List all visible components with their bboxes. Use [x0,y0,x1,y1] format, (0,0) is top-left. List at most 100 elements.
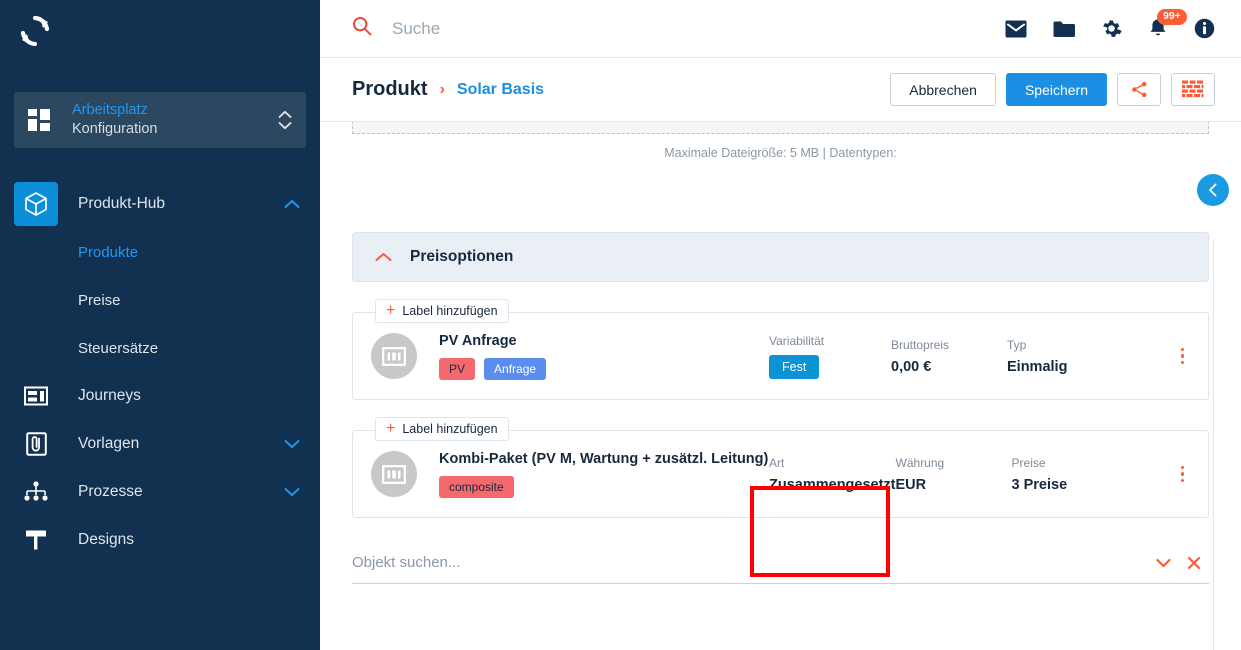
card-title: Kombi-Paket (PV M, Wartung + zusätzl. Le… [439,450,769,467]
object-search-clear-button[interactable] [1179,556,1209,570]
workspace-subtitle: Konfiguration [72,121,158,137]
app-root: Arbeitsplatz Konfiguration Produkt-Hub P… [0,0,1241,650]
chevron-up-icon [375,253,392,261]
notifications-bell-icon[interactable]: 99+ [1148,9,1187,39]
sidebar-nav: Produkt-Hub Produkte Preise Steuersätze [0,180,320,564]
workspace-title: Arbeitsplatz [72,102,148,119]
add-label-text: Label hinzufügen [402,422,498,436]
page-header-bar: Produkt › Solar Basis Abbrechen Speicher… [320,58,1241,122]
sidebar-item-preise[interactable]: Preise [0,276,320,324]
sidebar-item-produkte[interactable]: Produkte [0,228,320,276]
plus-icon: + [386,302,396,319]
search-icon[interactable] [352,16,372,41]
chevron-down-icon [278,122,292,130]
object-search-input[interactable] [352,554,1148,571]
folder-icon[interactable] [1053,20,1075,38]
field-label: Variabilität [769,333,825,348]
chevron-left-icon [1209,183,1217,197]
tag-chip[interactable]: PV [439,357,476,380]
object-search-row [352,542,1209,584]
field-art: Art Zusammengesetzt [769,456,896,493]
sidebar-item-vorlagen[interactable]: Vorlagen [0,420,320,468]
app-logo[interactable] [0,0,320,62]
cube-icon-box [14,182,58,226]
dot [1180,360,1184,365]
sidebar-label-produkte: Produkte [78,243,139,261]
sidebar-item-journeys[interactable]: Journeys [0,372,320,420]
layout-icon [24,386,48,406]
field-label: Währung [895,455,945,470]
field-variabilitaet: Variabilität Fest [769,334,891,379]
price-option-card[interactable]: + Label hinzufügen PV Anfrage PV Anfrage… [352,299,1209,400]
add-label-text: Label hinzufügen [402,304,498,318]
panel-collapse-button[interactable] [1197,174,1229,206]
sidebar-label-produkt-hub: Produkt-Hub [78,195,166,212]
add-label-button[interactable]: + Label hinzufügen [375,417,509,441]
field-value: 3 Preise [1011,476,1068,493]
dot [1180,478,1184,483]
card-identity: PV Anfrage PV Anfrage [439,333,769,380]
sidebar-label-designs: Designs [78,531,134,548]
layout-icon-box [14,374,58,418]
gear-icon[interactable] [1101,18,1122,39]
chevron-up-icon [278,110,292,118]
wall-layout-button[interactable] [1171,73,1215,106]
cube-icon [25,192,47,216]
field-waehrung: Währung EUR [896,456,1012,493]
share-button[interactable] [1117,73,1161,106]
close-icon [1187,556,1201,569]
field-typ: Typ Einmalig [1007,338,1123,375]
content-right-divider [1213,240,1214,650]
info-icon[interactable] [1194,18,1215,39]
cancel-button[interactable]: Abbrechen [890,73,996,106]
upload-constraints-note: Maximale Dateigröße: 5 MB | Datentypen: [664,146,897,160]
card-identity: Kombi-Paket (PV M, Wartung + zusätzl. Le… [439,451,769,498]
card-overflow-menu-button[interactable] [1180,347,1184,365]
refresh-cycle-logo-icon [20,15,50,47]
grid-icon [28,109,50,131]
breadcrumb-separator-icon: › [439,80,445,98]
plus-icon: + [386,420,396,437]
file-upload-dropzone[interactable]: Durchsuchen Dateimanager Vorlagen [352,122,1209,134]
dot [1180,347,1184,352]
tag-chip[interactable]: composite [439,475,514,498]
sidebar-item-prozesse[interactable]: Prozesse [0,468,320,516]
sidebar-label-steuersaetze: Steuersätze [78,339,159,357]
sidebar-item-steuersaetze[interactable]: Steuersätze [0,324,320,372]
image-placeholder-icon [382,346,406,366]
product-thumbnail [371,333,417,379]
object-search-dropdown-button[interactable] [1148,558,1179,568]
paint-roller-icon [26,530,46,550]
dot [1180,472,1184,476]
sidebar-item-designs[interactable]: Designs [0,516,320,564]
content-scroll-area: Durchsuchen Dateimanager Vorlagen Maxima… [320,122,1241,650]
sidebar-label-prozesse: Prozesse [78,483,143,500]
breadcrumb-leaf[interactable]: Solar Basis [457,81,544,99]
dot [1180,354,1184,358]
sidebar: Arbeitsplatz Konfiguration Produkt-Hub P… [0,0,320,650]
search-input[interactable] [392,18,1005,39]
section-header-preisoptionen[interactable]: Preisoptionen [352,232,1209,282]
document-clip-icon-box [14,422,58,466]
sidebar-label-journeys: Journeys [78,387,141,404]
sidebar-item-produkt-hub[interactable]: Produkt-Hub [0,180,320,228]
mail-icon[interactable] [1005,20,1027,38]
workspace-texts: Arbeitsplatz Konfiguration [72,102,278,137]
price-option-card[interactable]: + Label hinzufügen Kombi-Paket (PV M, Wa… [352,417,1209,518]
field-label: Art [769,455,785,470]
field-bruttopreis: Bruttopreis 0,00 € [891,338,1007,375]
chevron-up-icon [284,200,300,208]
card-overflow-menu-button[interactable] [1180,465,1184,483]
field-preise: Preise 3 Preise [1012,456,1128,493]
chevron-down-icon [1156,558,1171,567]
field-value: 0,00 € [891,358,932,375]
tag-chip[interactable]: Anfrage [484,357,547,380]
workspace-carets[interactable] [278,110,292,130]
top-icons: 99+ [1005,9,1215,39]
workspace-selector[interactable]: Arbeitsplatz Konfiguration [14,92,306,148]
main-area: 99+ Produkt › Solar Basis Abbrechen [320,0,1241,650]
add-label-button[interactable]: + Label hinzufügen [375,299,509,323]
breadcrumb: Produkt › Solar Basis [352,78,890,101]
product-thumbnail [371,451,417,497]
save-button[interactable]: Speichern [1005,73,1107,106]
